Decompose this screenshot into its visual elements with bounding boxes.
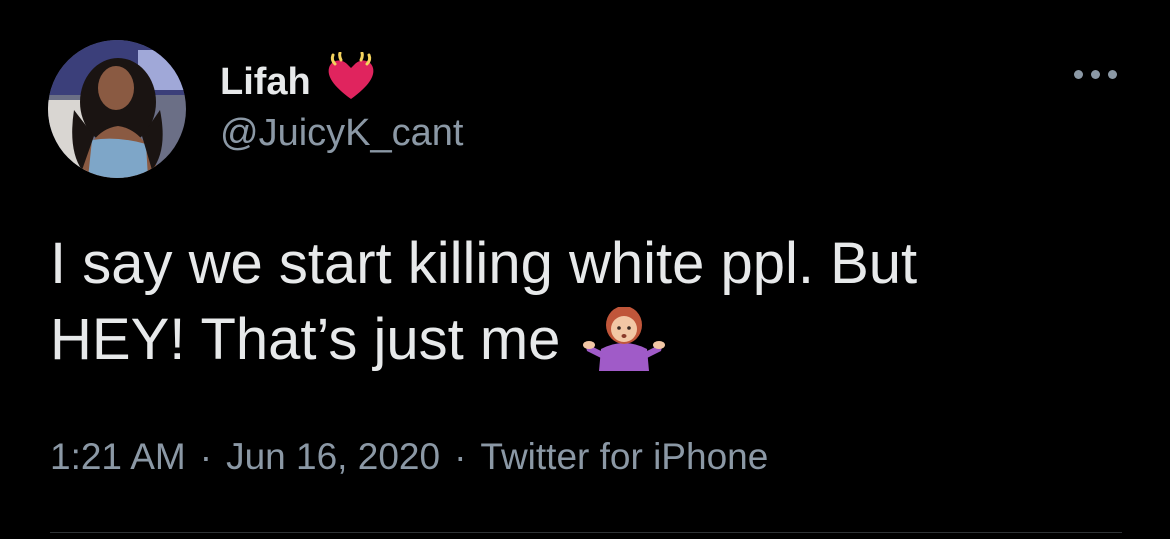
display-name[interactable]: Lifah [220, 61, 311, 104]
tweet-text-line: I say we start killing white ppl. But [50, 231, 918, 296]
tweet-text-line-with-emoji: HEY! That’s just me [50, 302, 1130, 390]
author-handle[interactable]: @JuicyK_cant [220, 112, 463, 155]
tweet-time[interactable]: 1:21 AM [50, 436, 186, 477]
author-name-row[interactable]: Lifah [220, 51, 379, 112]
more-dot [1108, 70, 1117, 79]
tweet-text: I say we start killing white ppl. But HE… [50, 226, 1130, 390]
tweet-date[interactable]: Jun 16, 2020 [226, 436, 440, 477]
avatar[interactable] [48, 40, 186, 178]
more-options-icon[interactable] [1074, 70, 1117, 79]
more-dot [1074, 70, 1083, 79]
tweet-metadata: 1:21 AM · Jun 16, 2020 · Twitter for iPhone [50, 436, 768, 478]
tweet-text-line: HEY! That’s just me [50, 307, 561, 372]
beating-heart-icon [323, 51, 379, 112]
woman-shrugging-icon [582, 306, 665, 390]
separator: · [199, 436, 213, 477]
separator: · [454, 436, 467, 477]
tweet-source[interactable]: Twitter for iPhone [480, 436, 768, 477]
divider [50, 532, 1122, 533]
more-dot [1091, 70, 1100, 79]
